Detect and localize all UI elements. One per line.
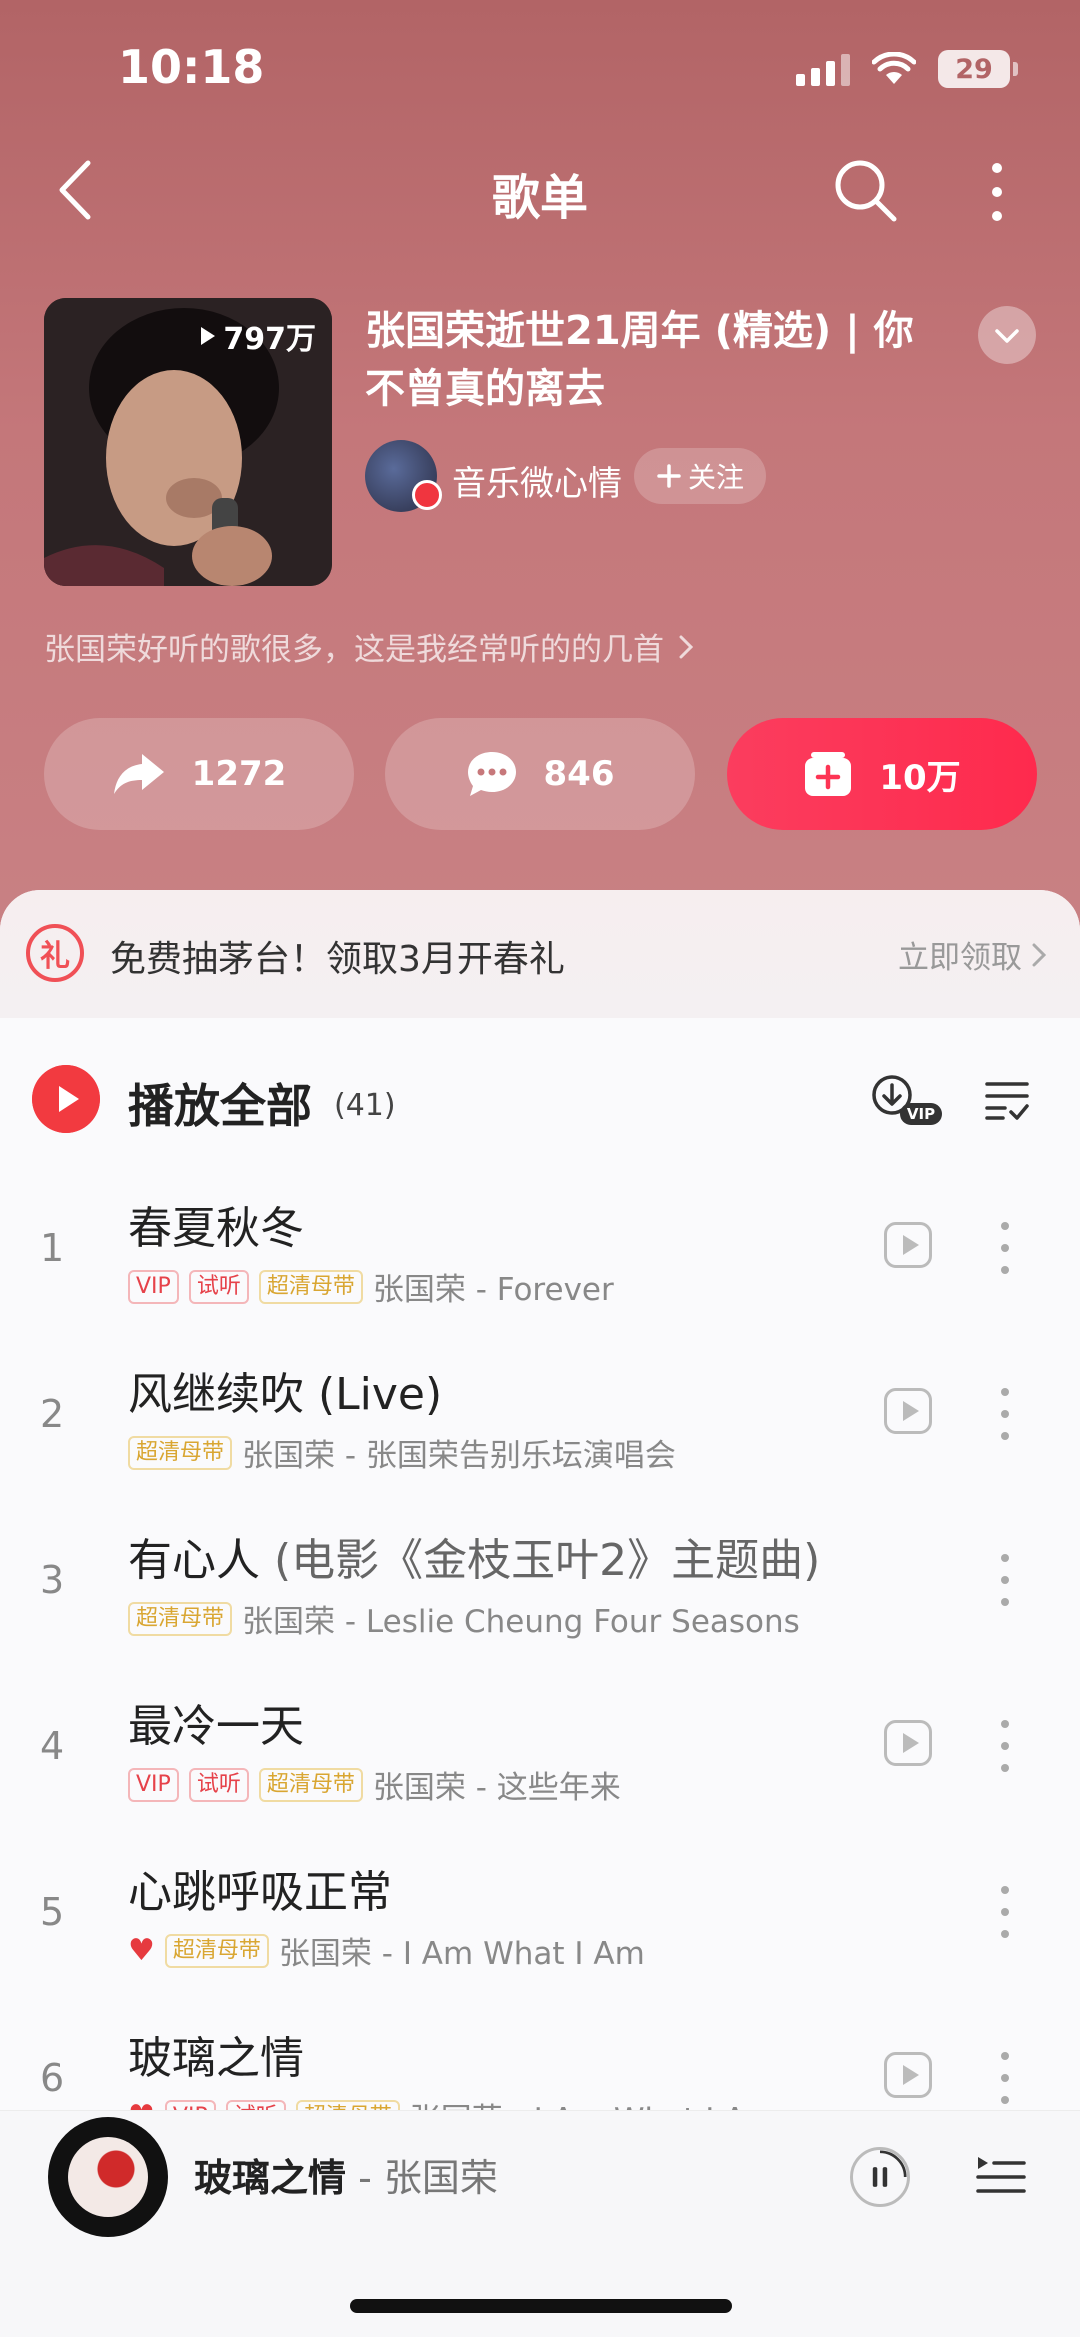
song-artist-album: 张国荣 - I Am What I Am [278, 1936, 645, 1972]
song-number: 3 [40, 1558, 65, 1602]
song-title-text: 有心人 [128, 1535, 260, 1586]
song-row[interactable]: 1 春夏秋冬 VIP 试听 超清母带 张国荣 - Forever [0, 1170, 1080, 1336]
song-tag: 试听 [188, 1269, 249, 1304]
song-meta: VIP 试听 超清母带 张国荣 - Forever [128, 1264, 614, 1309]
song-more-icon[interactable] [996, 1388, 1014, 1440]
song-meta: 超清母带 张国荣 - Leslie Cheung Four Seasons [128, 1596, 800, 1641]
gift-icon: 礼 [26, 924, 84, 982]
song-tag: 超清母带 [164, 1933, 269, 1968]
chevron-right-icon [1032, 943, 1046, 966]
song-number: 2 [40, 1392, 65, 1436]
wifi-icon [872, 52, 916, 84]
song-tag: 超清母带 [128, 1601, 233, 1636]
liked-heart-icon: ♥ [128, 1933, 155, 1968]
follow-button[interactable]: 关注 [634, 448, 767, 504]
playlist-cover[interactable]: 797万 [44, 298, 332, 586]
song-more-icon[interactable] [996, 1886, 1014, 1938]
song-title: 风继续吹 (Live) [128, 1358, 442, 1422]
song-more-icon[interactable] [996, 2052, 1014, 2104]
status-time: 10:18 [118, 40, 265, 94]
song-row[interactable]: 2 风继续吹 (Live) 超清母带 张国荣 - 张国荣告别乐坛演唱会 [0, 1336, 1080, 1502]
page-title: 歌单 [491, 170, 588, 226]
play-count: 797万 [199, 314, 316, 358]
song-tag: VIP [128, 1767, 179, 1802]
chevron-down-icon[interactable] [978, 306, 1036, 364]
song-tag: 超清母带 [128, 1435, 233, 1470]
song-title-text: 风继续吹 (Live) [128, 1369, 443, 1420]
song-artist-album: 张国荣 - Leslie Cheung Four Seasons [242, 1604, 800, 1640]
home-indicator [350, 2299, 732, 2313]
battery-icon: 29 [938, 50, 1018, 88]
song-artist-album: 张国荣 - Forever [372, 1272, 614, 1308]
song-title-text: 春夏秋冬 [128, 1203, 304, 1254]
plus-icon [657, 464, 681, 488]
song-tag: 超清母带 [258, 1767, 363, 1802]
more-icon[interactable] [985, 160, 1009, 224]
song-artist-album: 张国荣 - 张国荣告别乐坛演唱会 [242, 1438, 676, 1474]
song-number: 6 [40, 2056, 65, 2100]
search-icon[interactable] [830, 155, 900, 225]
promo-text: 免费抽茅台！领取3月开春礼 [110, 939, 565, 980]
status-icons: 29 [796, 50, 1018, 88]
creator-name[interactable]: 音乐微心情 [452, 456, 622, 505]
song-title-text: 玻璃之情 [128, 2033, 304, 2084]
song-row[interactable]: 3 有心人 (电影《金枝玉叶2》主题曲) 超清母带 张国荣 - Leslie Cheu… [0, 1502, 1080, 1668]
song-meta: 超清母带 张国荣 - 张国荣告别乐坛演唱会 [128, 1430, 676, 1475]
video-play-icon[interactable] [884, 1222, 932, 1268]
song-meta: ♥ 超清母带 张国荣 - I Am What I Am [128, 1928, 645, 1973]
play-all-icon[interactable] [32, 1065, 100, 1133]
song-title: 最冷一天 [128, 1690, 304, 1754]
pause-icon[interactable] [850, 2147, 910, 2207]
download-vip-icon[interactable]: VIP [870, 1073, 946, 1129]
song-more-icon[interactable] [996, 1720, 1014, 1772]
video-play-icon[interactable] [884, 2052, 932, 2098]
share-icon [113, 754, 164, 794]
song-more-icon[interactable] [996, 1222, 1014, 1274]
song-title: 春夏秋冬 [128, 1192, 304, 1256]
chevron-right-icon [679, 635, 694, 658]
comment-button[interactable]: 846 [385, 718, 695, 830]
promo-link[interactable]: 立即领取 [898, 932, 1046, 977]
song-title: 有心人 (电影《金枝玉叶2》主题曲) [128, 1524, 820, 1588]
svg-text:VIP: VIP [907, 1105, 935, 1123]
song-number: 4 [40, 1724, 65, 1768]
playlist-queue-icon[interactable] [976, 2151, 1026, 2197]
song-tag: 超清母带 [258, 1269, 363, 1304]
song-number: 5 [40, 1890, 65, 1934]
mini-player-cover [68, 2137, 148, 2217]
play-all-label[interactable]: 播放全部 [128, 1070, 312, 1136]
song-title-text: 最冷一天 [128, 1701, 304, 1752]
video-play-icon[interactable] [884, 1388, 932, 1434]
signal-icon [796, 52, 850, 86]
song-title-text: 心跳呼吸正常 [128, 1867, 392, 1918]
song-artist-album: 张国荣 - 这些年来 [372, 1770, 621, 1806]
add-collection-icon [805, 752, 852, 796]
song-meta: VIP 试听 超清母带 张国荣 - 这些年来 [128, 1762, 621, 1807]
song-number: 1 [40, 1226, 65, 1270]
playlist-description[interactable]: 张国荣好听的歌很多，这是我经常听的的几首 [44, 624, 694, 669]
song-row[interactable]: 5 心跳呼吸正常 ♥ 超清母带 张国荣 - I Am What I Am [0, 1834, 1080, 2000]
song-subtitle: (电影《金枝玉叶2》主题曲) [260, 1535, 821, 1586]
multi-select-icon[interactable] [985, 1078, 1029, 1122]
promo-banner[interactable]: 礼 免费抽茅台！领取3月开春礼 立即领取 [0, 890, 1080, 1018]
video-play-icon[interactable] [884, 1720, 932, 1766]
song-tag: 试听 [188, 1767, 249, 1802]
song-title: 心跳呼吸正常 [128, 1856, 392, 1920]
share-button[interactable]: 1272 [44, 718, 354, 830]
song-more-icon[interactable] [996, 1554, 1014, 1606]
song-title: 玻璃之情 [128, 2022, 304, 2086]
mini-player-track[interactable]: 玻璃之情 - 张国荣 [194, 2147, 498, 2202]
song-row[interactable]: 4 最冷一天 VIP 试听 超清母带 张国荣 - 这些年来 [0, 1668, 1080, 1834]
song-count: (41) [334, 1088, 396, 1123]
play-icon [201, 327, 216, 345]
comment-icon [467, 752, 516, 796]
song-tag: VIP [128, 1269, 179, 1304]
creator-badge-icon [412, 480, 442, 510]
collect-button[interactable]: 10万 [727, 718, 1037, 830]
mini-player-disc[interactable] [48, 2117, 168, 2237]
playlist-title: 张国荣逝世21周年 (精选) | 你不曾真的离去 [365, 308, 914, 412]
